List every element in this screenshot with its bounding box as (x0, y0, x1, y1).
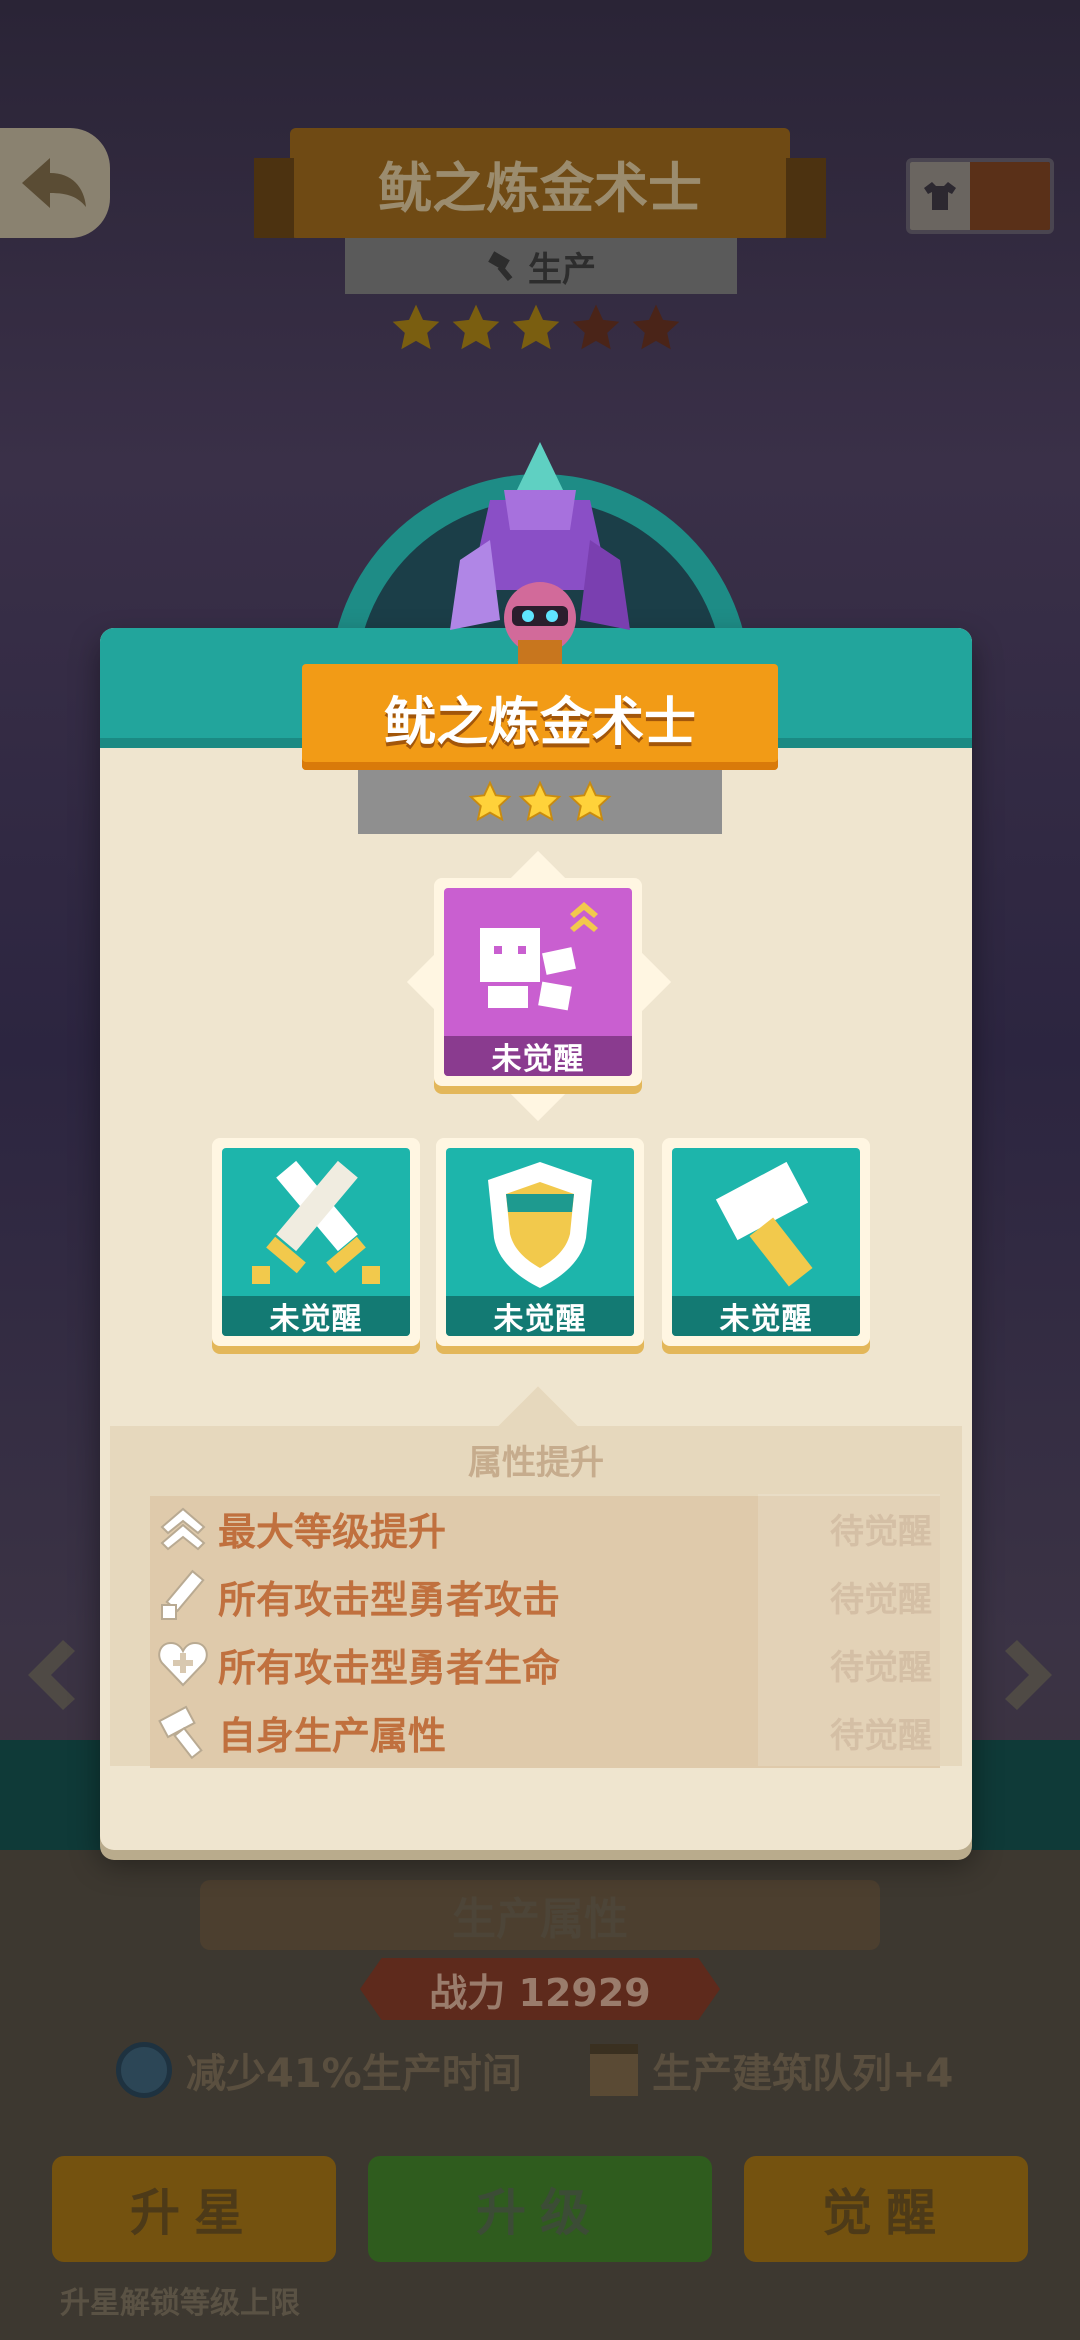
double-chevron-up-icon (160, 1507, 206, 1551)
attribute-status: 待觉醒 (830, 1579, 932, 1620)
attribute-status: 待觉醒 (830, 1715, 932, 1756)
skin-toggle-button[interactable] (906, 158, 1054, 234)
hero-awaken-icon (480, 902, 598, 1011)
chevron-right-icon (1005, 1640, 1052, 1710)
awaken-node-main[interactable]: 未觉醒 (434, 878, 642, 1086)
modal-title: 鱿之炼金术士 (266, 664, 814, 788)
attribute-name: 自身生产属性 (218, 1713, 447, 1758)
awaken-node-defense[interactable]: 未觉醒 (436, 1138, 644, 1346)
awaken-node-defense-label: 未觉醒 (446, 1296, 634, 1336)
awaken-button[interactable]: 觉醒 (744, 2156, 1028, 2262)
star-icon (568, 780, 612, 822)
shield-icon (488, 1162, 592, 1288)
star-icon (518, 780, 562, 822)
previous-hero-button[interactable] (18, 1630, 88, 1720)
background-power: 战力 12929 (360, 1958, 720, 2020)
modal-star-rating (358, 770, 722, 834)
crate-icon (590, 2044, 638, 2096)
background-attr-time-label: 减少41%生产时间 (186, 2051, 522, 2097)
clock-icon (116, 2042, 172, 2098)
attribute-status: 待觉醒 (830, 1647, 932, 1688)
star-icon (512, 304, 560, 350)
hammer-icon (158, 1705, 203, 1759)
level-up-button[interactable]: 升级 (368, 2156, 712, 2262)
heart-plus-icon (158, 1641, 208, 1687)
hammer-icon (488, 251, 513, 282)
awaken-node-attack[interactable]: 未觉醒 (212, 1138, 420, 1346)
star-up-hint: 升星解锁等级上限 (60, 2286, 300, 2321)
hammer-icon (715, 1161, 813, 1287)
sword-icon (161, 1569, 205, 1620)
attribute-status: 待觉醒 (830, 1511, 932, 1552)
attribute-panel-title: 属性提升 (468, 1442, 604, 1483)
chevron-left-icon (28, 1640, 75, 1710)
background-star-rating (388, 300, 684, 356)
background-hero-title: 鱿之炼金术士 (254, 128, 826, 238)
next-hero-button[interactable] (992, 1630, 1062, 1720)
star-up-button[interactable]: 升星 (52, 2156, 336, 2262)
attribute-row: 最大等级提升 待觉醒 (150, 1494, 940, 1562)
awaken-node-production-label: 未觉醒 (672, 1296, 860, 1336)
star-icon (392, 304, 440, 350)
star-empty-icon (632, 304, 680, 350)
attribute-row: 所有攻击型勇者攻击 待觉醒 (150, 1562, 940, 1630)
star-empty-icon (572, 304, 620, 350)
back-arrow-icon (22, 158, 86, 208)
background-attr-queue-label: 生产建筑队列+4 (652, 2051, 954, 2097)
background-section-title: 生产属性 (200, 1880, 880, 1950)
crossed-swords-icon (252, 1160, 380, 1284)
awaken-node-production[interactable]: 未觉醒 (662, 1138, 870, 1346)
awaken-node-main-label: 未觉醒 (444, 1036, 632, 1076)
attribute-name: 所有攻击型勇者生命 (218, 1645, 561, 1690)
background-attr-time: 减少41%生产时间 (116, 2040, 522, 2100)
shirt-icon (924, 182, 956, 210)
back-button[interactable] (0, 128, 110, 238)
awaken-node-attack-label: 未觉醒 (222, 1296, 410, 1336)
attribute-row: 所有攻击型勇者生命 待觉醒 (150, 1630, 940, 1698)
hero-portrait (450, 442, 630, 670)
attribute-row: 自身生产属性 待觉醒 (150, 1698, 940, 1766)
star-icon (452, 304, 500, 350)
attribute-name: 所有攻击型勇者攻击 (218, 1577, 561, 1622)
background-attr-queue: 生产建筑队列+4 (590, 2040, 953, 2100)
star-icon (468, 780, 512, 822)
background-hero-type-label: 生产 (528, 249, 596, 290)
background-hero-type: 生产 (345, 238, 737, 294)
attribute-name: 最大等级提升 (218, 1509, 447, 1554)
